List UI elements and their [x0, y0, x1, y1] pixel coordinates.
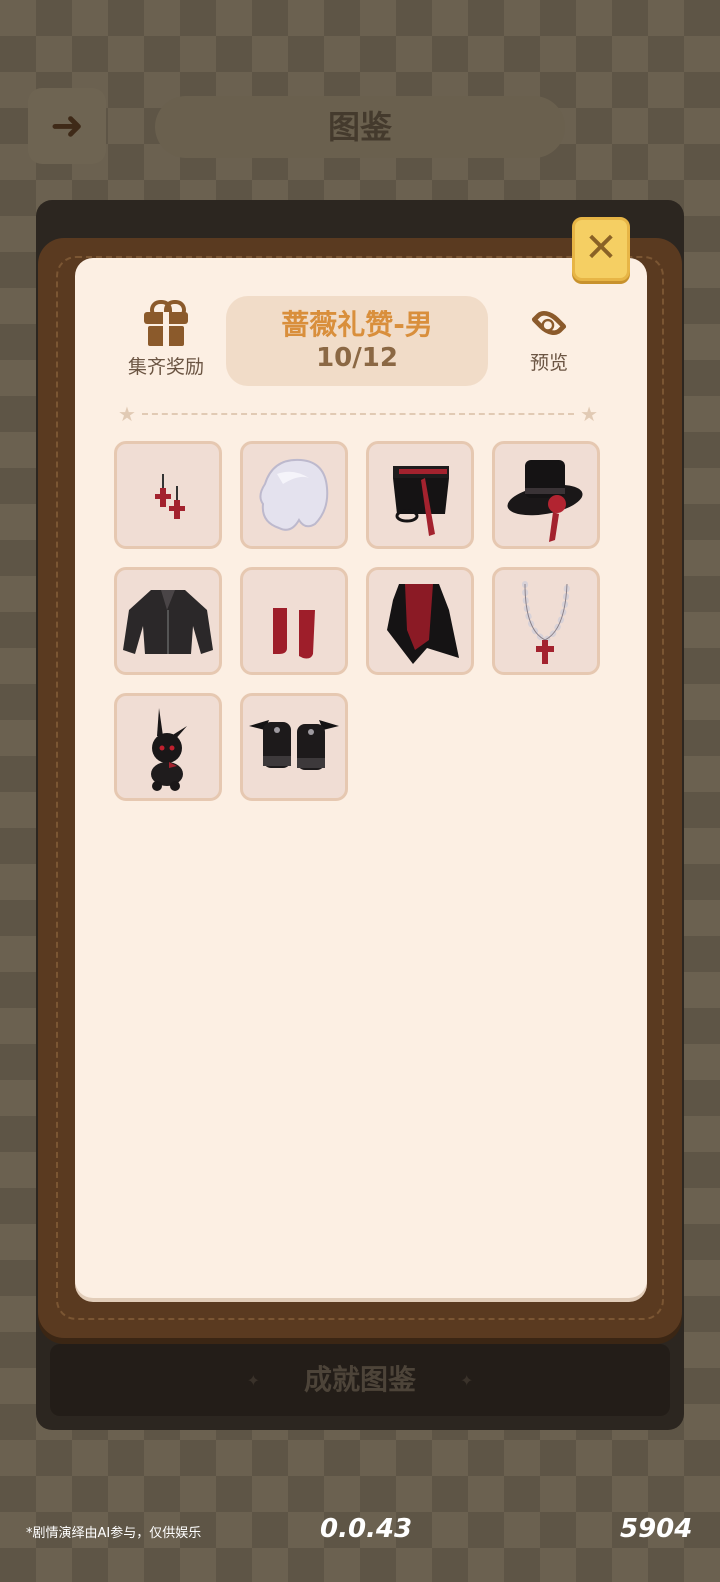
- belt-icon: [393, 466, 449, 536]
- earring-icon: [155, 474, 185, 519]
- close-icon: ✕: [584, 225, 618, 271]
- set-progress: 10/12: [316, 343, 398, 373]
- background-title: 图鉴: [155, 96, 565, 158]
- set-name: 蔷薇礼赞-男: [281, 308, 433, 341]
- set-title-card: 蔷薇礼赞-男 10/12: [226, 296, 488, 386]
- item-pearl-cross-necklace[interactable]: [492, 567, 600, 675]
- star-icon: ✦: [246, 1371, 260, 1390]
- item-red-cape[interactable]: [366, 567, 474, 675]
- star-icon: ✦: [460, 1371, 474, 1390]
- star-icon: ★: [580, 402, 598, 426]
- item-silver-wig[interactable]: [240, 441, 348, 549]
- jacket-icon: [123, 590, 213, 654]
- necklace-icon: [522, 581, 570, 664]
- coin-count: 5904: [620, 1514, 693, 1544]
- item-red-socks[interactable]: [240, 567, 348, 675]
- back-button: ➜: [28, 88, 106, 164]
- preview-label: 预览: [529, 352, 568, 374]
- preview-button[interactable]: 预览: [514, 304, 584, 375]
- back-arrow-icon: ➜: [50, 103, 84, 149]
- hair-icon: [259, 458, 329, 531]
- star-icon: ★: [118, 402, 136, 426]
- item-black-jacket[interactable]: [114, 567, 222, 675]
- cape-icon: [387, 584, 459, 664]
- gift-icon: [144, 300, 188, 346]
- item-rose-top-hat[interactable]: [492, 441, 600, 549]
- socks-icon: [273, 608, 315, 659]
- collect-reward-button[interactable]: 集齐奖励: [124, 300, 208, 379]
- top-hat-icon: [507, 460, 583, 542]
- item-bat-wing-boots[interactable]: [240, 693, 348, 801]
- item-black-bunny-doll[interactable]: [114, 693, 222, 801]
- divider: ★ ★: [118, 402, 598, 426]
- close-button[interactable]: ✕: [572, 217, 630, 281]
- item-cross-earrings[interactable]: [114, 441, 222, 549]
- version-label: 0.0.43: [320, 1514, 413, 1544]
- eye-icon: [530, 304, 568, 342]
- achievement-gallery-button: ✦ 成就图鉴 ✦: [50, 1344, 670, 1416]
- boots-icon: [249, 720, 339, 770]
- achievement-gallery-label: 成就图鉴: [303, 1363, 416, 1396]
- ai-disclaimer: *剧情演绎由AI参与，仅供娱乐: [26, 1526, 202, 1541]
- bunny-icon: [151, 708, 187, 791]
- item-black-belt-skirt[interactable]: [366, 441, 474, 549]
- collect-reward-label: 集齐奖励: [127, 356, 204, 378]
